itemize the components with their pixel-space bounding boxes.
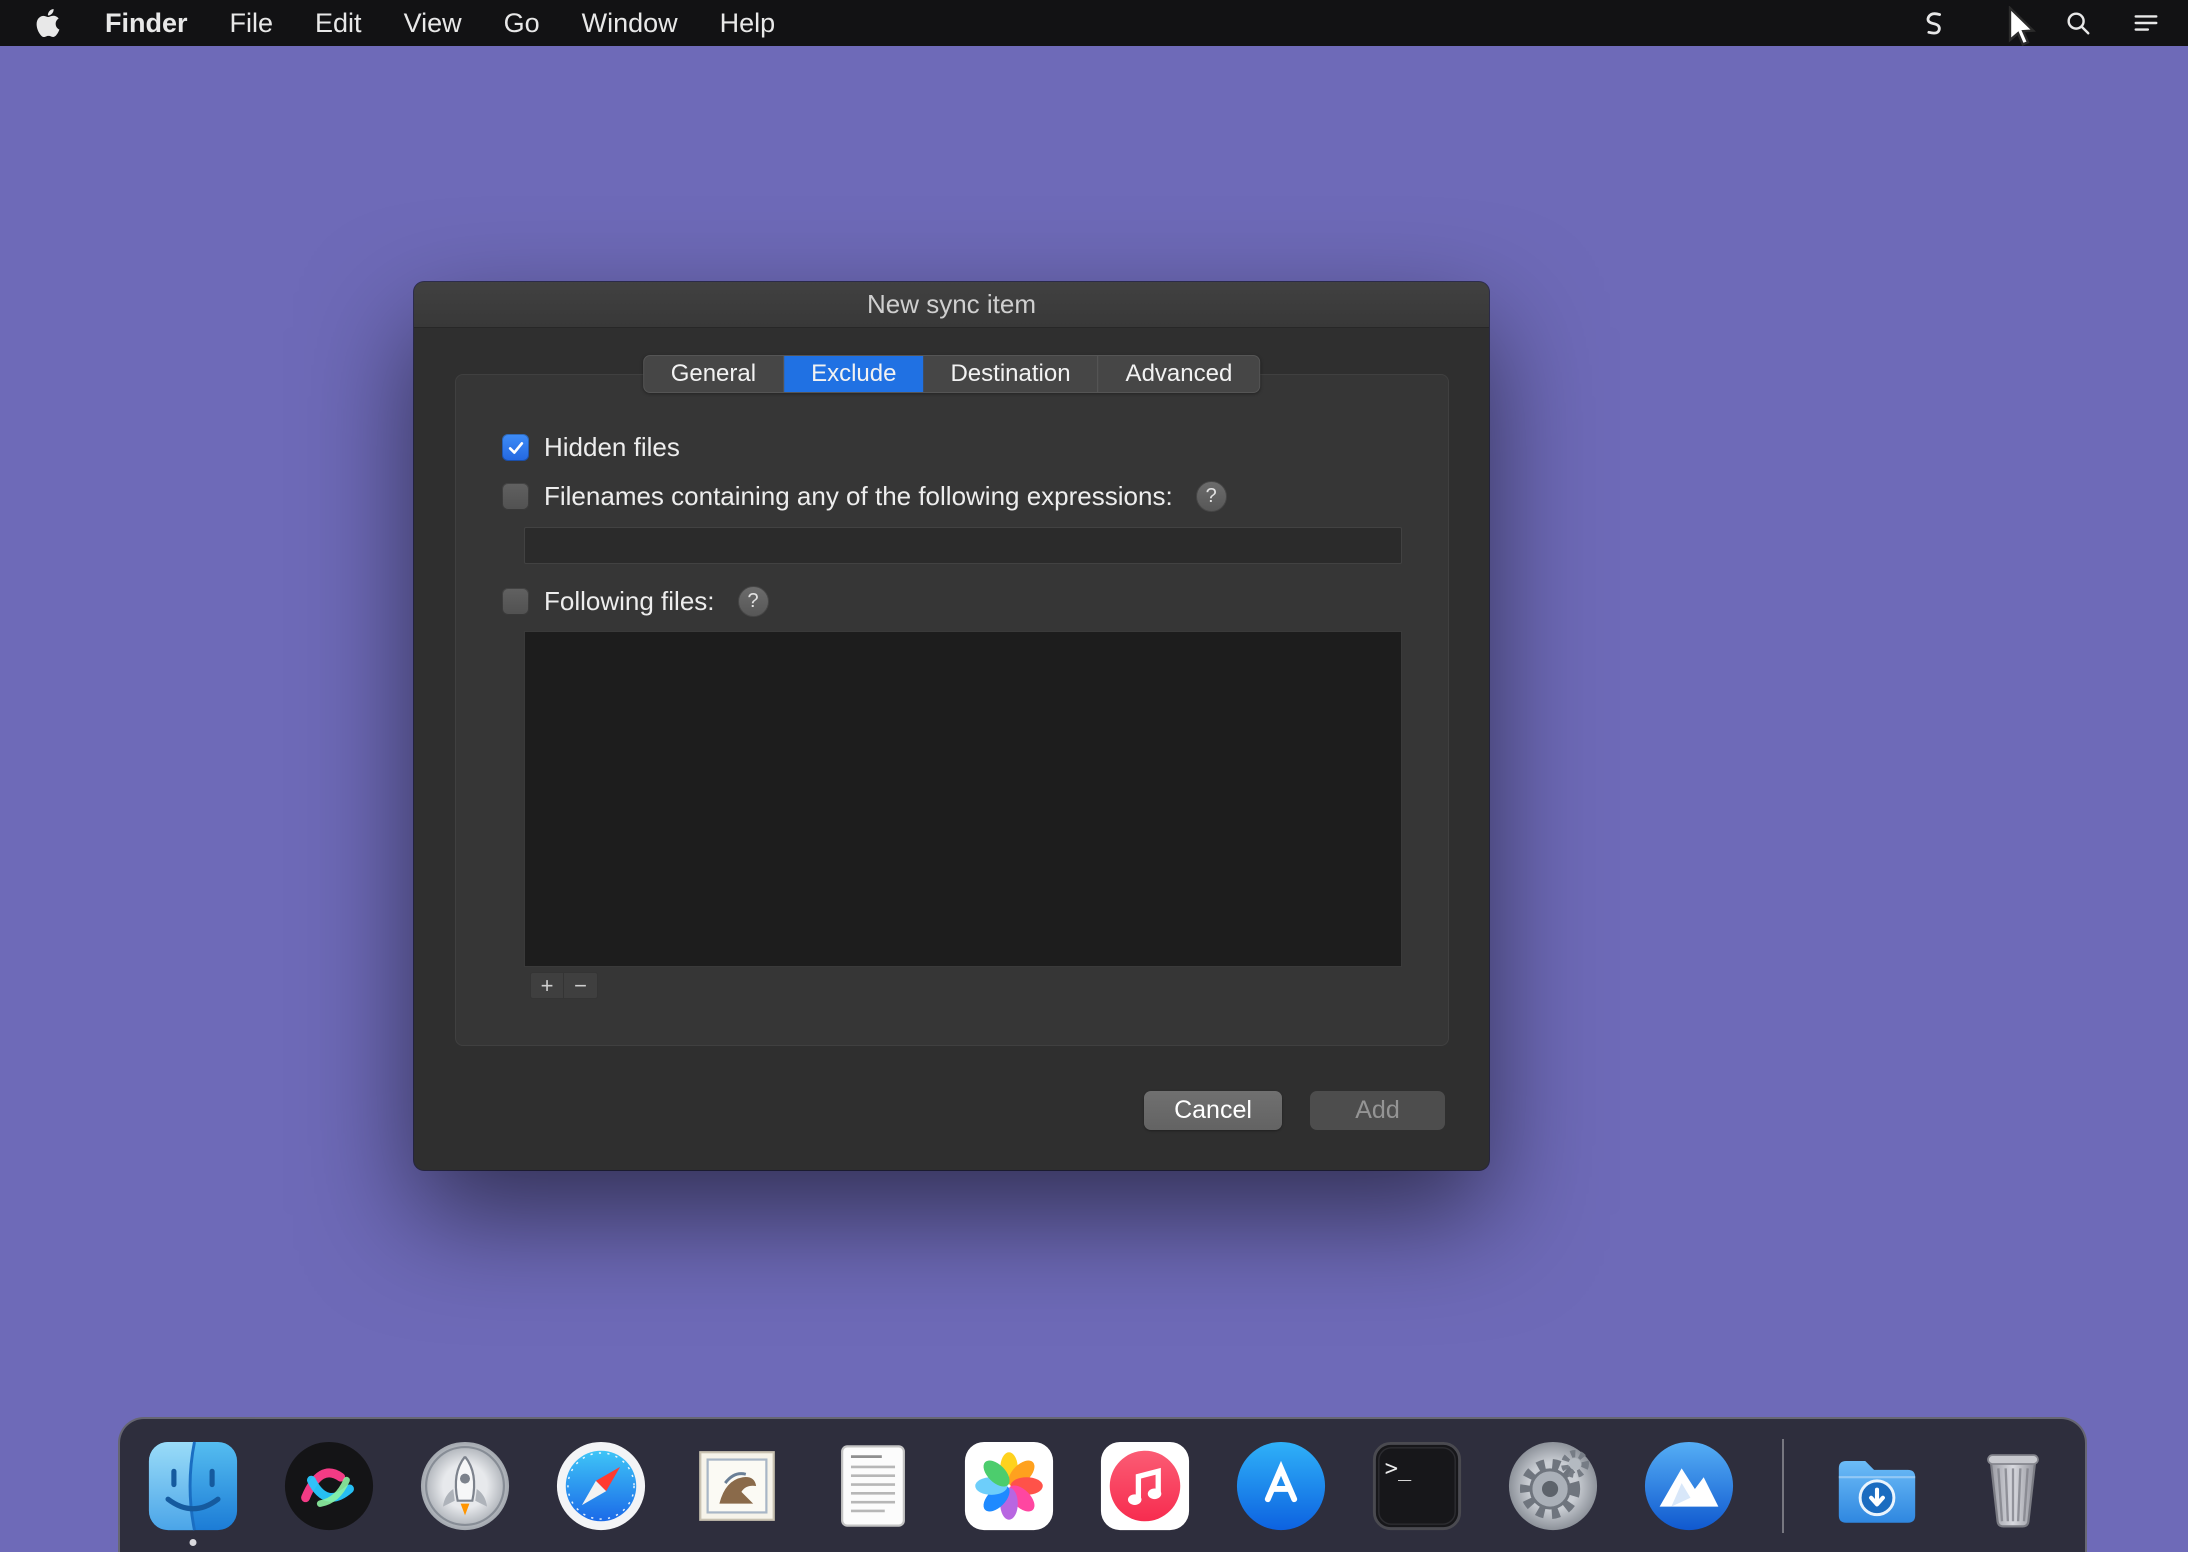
dock-terminal-icon[interactable]: >_: [1370, 1439, 1464, 1533]
following-files-label: Following files:: [544, 586, 715, 617]
finder-running-indicator: [190, 1539, 197, 1546]
menu-item-view[interactable]: View: [383, 8, 483, 39]
hidden-files-checkbox[interactable]: [502, 434, 529, 461]
tab-exclude[interactable]: Exclude: [784, 356, 923, 392]
menu-item-go[interactable]: Go: [483, 8, 561, 39]
dock: >_: [118, 1417, 2087, 1552]
hidden-files-row: Hidden files: [502, 432, 680, 463]
checkmark-icon: [506, 438, 526, 458]
dock-sync-app-icon[interactable]: [1642, 1439, 1736, 1533]
tab-destination-label: Destination: [950, 360, 1070, 388]
notification-center-icon[interactable]: [2132, 9, 2160, 37]
new-sync-item-window: New sync item General Exclude Destinatio…: [414, 282, 1489, 1170]
menu-item-finder[interactable]: Finder: [84, 8, 209, 39]
dock-system-preferences-icon[interactable]: [1506, 1439, 1600, 1533]
spotlight-search-icon[interactable]: [2064, 9, 2092, 37]
tab-advanced[interactable]: Advanced: [1099, 356, 1260, 392]
window-title: New sync item: [867, 289, 1036, 320]
sync-s-menu-extra-icon[interactable]: [1920, 9, 1948, 37]
filenames-row: Filenames containing any of the followin…: [502, 481, 1227, 512]
list-controls: + −: [530, 972, 598, 999]
menu-item-help[interactable]: Help: [699, 8, 797, 39]
tab-general[interactable]: General: [644, 356, 784, 392]
dock-trash-icon[interactable]: [1966, 1439, 2060, 1533]
expressions-input[interactable]: [524, 527, 1402, 564]
following-files-row: Following files: ?: [502, 586, 769, 617]
menu-bar-left: Finder File Edit View Go Window Help: [28, 8, 796, 39]
window-titlebar[interactable]: New sync item: [414, 282, 1489, 328]
menu-item-window[interactable]: Window: [561, 8, 699, 39]
hidden-files-label: Hidden files: [544, 432, 680, 463]
following-files-checkbox[interactable]: [502, 588, 529, 615]
filenames-help-button[interactable]: ?: [1196, 481, 1227, 512]
apple-menu[interactable]: [28, 9, 68, 37]
tab-exclude-label: Exclude: [811, 360, 896, 388]
remove-file-button[interactable]: −: [564, 972, 598, 999]
cancel-button[interactable]: Cancel: [1144, 1091, 1282, 1130]
dock-textedit-icon[interactable]: [826, 1439, 920, 1533]
tab-destination[interactable]: Destination: [923, 356, 1098, 392]
dock-app-store-icon[interactable]: [1234, 1439, 1328, 1533]
dock-downloads-folder-icon[interactable]: [1830, 1439, 1924, 1533]
dock-mail-icon[interactable]: [690, 1439, 784, 1533]
excluded-files-list[interactable]: [524, 631, 1402, 967]
filenames-checkbox[interactable]: [502, 483, 529, 510]
dock-siri-icon[interactable]: [282, 1439, 376, 1533]
svg-text:>_: >_: [1385, 1457, 1412, 1482]
menu-item-file[interactable]: File: [209, 8, 295, 39]
menu-item-edit[interactable]: Edit: [294, 8, 383, 39]
dock-finder-icon[interactable]: [146, 1439, 240, 1533]
filenames-label: Filenames containing any of the followin…: [544, 481, 1173, 512]
add-file-button[interactable]: +: [530, 972, 564, 999]
menu-bar: Finder File Edit View Go Window Help: [0, 0, 2188, 46]
dock-photos-icon[interactable]: [962, 1439, 1056, 1533]
apple-logo-icon: [36, 9, 60, 37]
dock-launchpad-icon[interactable]: [418, 1439, 512, 1533]
tab-general-label: General: [671, 360, 756, 388]
exclude-panel: Hidden files Filenames containing any of…: [455, 374, 1449, 1046]
dock-music-icon[interactable]: [1098, 1439, 1192, 1533]
add-button[interactable]: Add: [1310, 1091, 1445, 1130]
following-files-help-button[interactable]: ?: [738, 586, 769, 617]
tab-advanced-label: Advanced: [1126, 360, 1233, 388]
tab-bar: General Exclude Destination Advanced: [643, 355, 1261, 393]
desktop: { "menubar": { "items": ["Finder", "File…: [0, 0, 2188, 1552]
menu-bar-status-area: [1920, 9, 2160, 37]
dock-separator: [1782, 1439, 1784, 1533]
dock-safari-icon[interactable]: [554, 1439, 648, 1533]
